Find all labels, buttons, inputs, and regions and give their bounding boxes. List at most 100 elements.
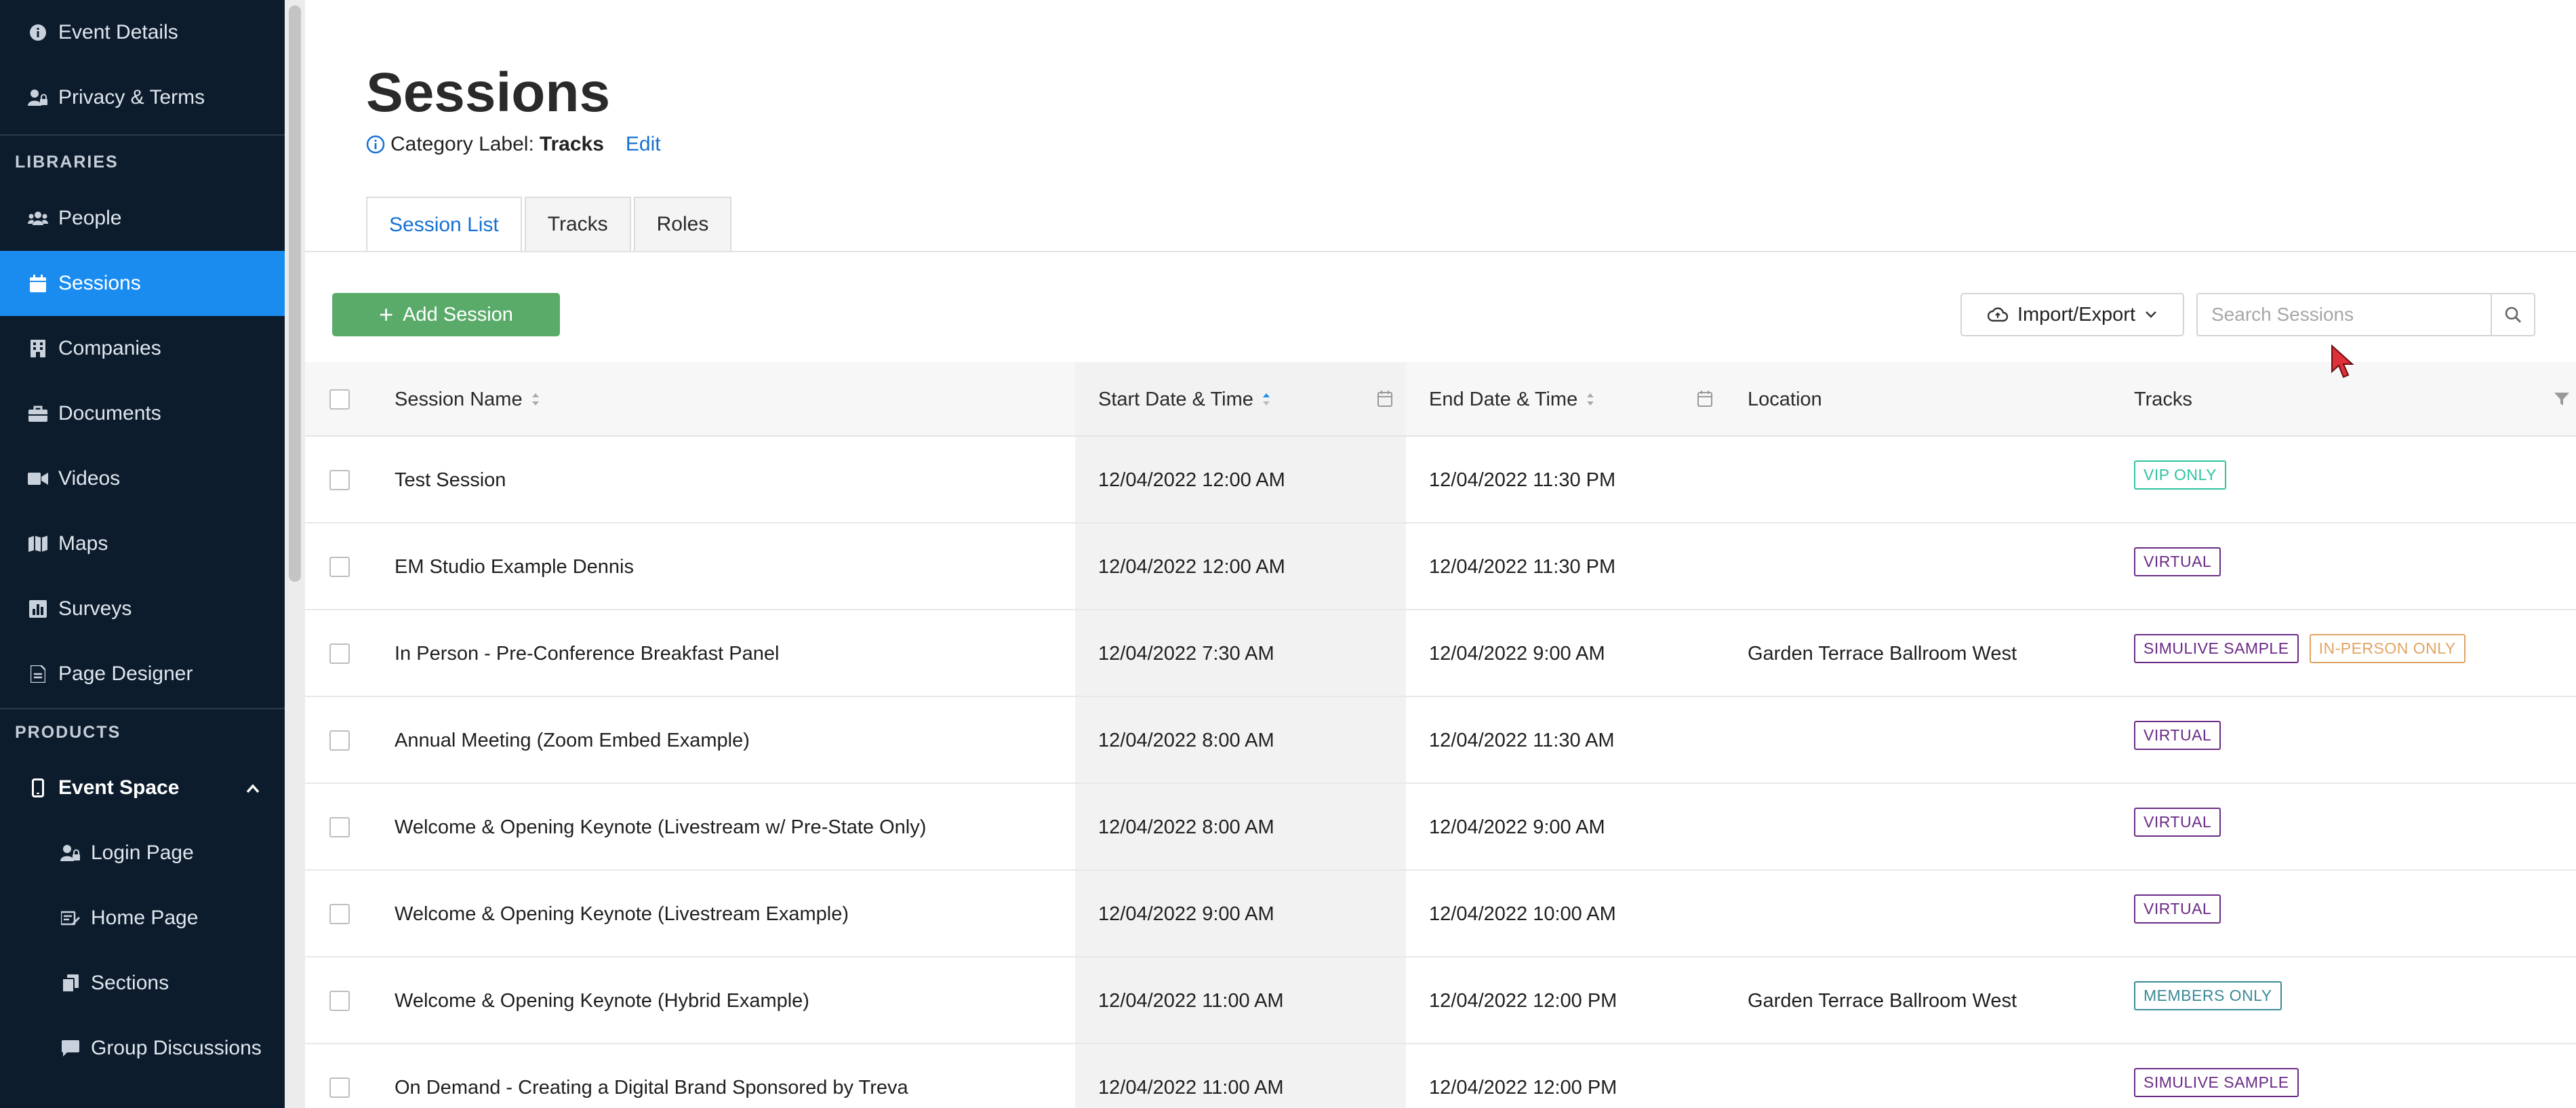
- add-session-button[interactable]: + Add Session: [332, 293, 560, 336]
- start-date-cell: 12/04/2022 12:00 AM: [1098, 555, 1285, 578]
- start-date-cell: 12/04/2022 11:00 AM: [1098, 989, 1284, 1012]
- import-export-button[interactable]: Import/Export: [1960, 293, 2184, 336]
- mouse-cursor: [2331, 344, 2354, 378]
- sidebar-item-privacy-terms[interactable]: Privacy & Terms: [0, 65, 285, 130]
- track-tag: VIRTUAL: [2134, 894, 2221, 924]
- start-date-cell: 12/04/2022 11:00 AM: [1098, 1076, 1284, 1099]
- sidebar-item-sessions[interactable]: Sessions: [0, 251, 285, 316]
- session-name-cell[interactable]: Test Session: [395, 437, 506, 523]
- sidebar-item-label: Sessions: [58, 272, 141, 294]
- table-row[interactable]: In Person - Pre-Conference Breakfast Pan…: [305, 610, 2576, 697]
- info-circle-icon: [24, 24, 52, 41]
- tracks-cell: VIRTUAL: [2134, 518, 2232, 605]
- search-sessions: [2196, 293, 2535, 336]
- sidebar-item-label: Surveys: [58, 597, 132, 620]
- row-checkbox[interactable]: [329, 904, 350, 924]
- select-all-checkbox[interactable]: [329, 389, 350, 410]
- sidebar-item-label: Maps: [58, 532, 108, 555]
- track-tag: VIRTUAL: [2134, 720, 2221, 750]
- location-cell: Garden Terrace Ballroom West: [1748, 642, 2017, 665]
- tab-bar-divider: [305, 251, 2576, 252]
- sidebar-scrollbar-thumb[interactable]: [289, 5, 301, 582]
- column-header-session-name[interactable]: Session Name: [395, 362, 540, 437]
- tab-session-list[interactable]: Session List: [366, 197, 522, 252]
- start-date-cell: 12/04/2022 8:00 AM: [1098, 729, 1274, 751]
- sidebar-item-login-page[interactable]: Login Page: [0, 820, 285, 886]
- chevron-up-icon[interactable]: [245, 774, 260, 807]
- row-checkbox[interactable]: [329, 557, 350, 577]
- date-filter-icon[interactable]: [1697, 391, 1712, 410]
- table-row[interactable]: Annual Meeting (Zoom Embed Example) 12/04…: [305, 697, 2576, 784]
- category-label-prefix: Category Label:: [390, 133, 534, 155]
- session-name-cell[interactable]: Welcome & Opening Keynote (Livestream Ex…: [395, 871, 849, 957]
- date-filter-icon[interactable]: [1377, 391, 1392, 410]
- column-header-location: Location: [1748, 362, 1822, 437]
- sidebar-item-documents[interactable]: Documents: [0, 381, 285, 446]
- sidebar-item-label: Page Designer: [58, 662, 193, 685]
- row-checkbox[interactable]: [329, 991, 350, 1011]
- table-row[interactable]: Welcome & Opening Keynote (Hybrid Exampl…: [305, 957, 2576, 1044]
- sidebar-item-label: Event Space: [58, 776, 180, 799]
- search-input[interactable]: [2198, 294, 2491, 335]
- tracks-cell: MEMBERS ONLY: [2134, 952, 2293, 1039]
- session-name-cell[interactable]: Annual Meeting (Zoom Embed Example): [395, 697, 750, 784]
- sidebar-item-videos[interactable]: Videos: [0, 446, 285, 511]
- row-checkbox[interactable]: [329, 817, 350, 837]
- sidebar-item-companies[interactable]: Companies: [0, 316, 285, 381]
- column-header-end-date[interactable]: End Date & Time: [1429, 362, 1595, 437]
- end-date-cell: 12/04/2022 9:00 AM: [1429, 642, 1605, 665]
- end-date-cell: 12/04/2022 12:00 PM: [1429, 1076, 1617, 1099]
- search-button[interactable]: [2491, 294, 2534, 335]
- edit-category-link[interactable]: Edit: [626, 133, 661, 156]
- people-icon: [24, 210, 52, 226]
- column-header-start-date[interactable]: Start Date & Time: [1098, 362, 1271, 437]
- table-row[interactable]: EM Studio Example Dennis 12/04/2022 12:00…: [305, 523, 2576, 610]
- row-checkbox[interactable]: [329, 1077, 350, 1098]
- category-label-row: Category Label: Tracks Edit: [366, 133, 661, 156]
- table-row[interactable]: On Demand - Creating a Digital Brand Spo…: [305, 1044, 2576, 1108]
- copy-icon: [57, 974, 84, 992]
- session-name-cell[interactable]: In Person - Pre-Conference Breakfast Pan…: [395, 610, 779, 697]
- sidebar-item-label: Group Discussions: [91, 1037, 262, 1059]
- sidebar-item-home-page[interactable]: Home Page: [0, 886, 285, 951]
- tab-bar: Session List Tracks Roles: [366, 197, 734, 252]
- tab-tracks[interactable]: Tracks: [524, 197, 631, 251]
- user-lock-icon: [57, 844, 84, 862]
- row-checkbox[interactable]: [329, 470, 350, 490]
- session-name-cell[interactable]: Welcome & Opening Keynote (Livestream w/…: [395, 784, 926, 871]
- sidebar-item-page-designer[interactable]: Page Designer: [0, 641, 285, 707]
- table-row[interactable]: Welcome & Opening Keynote (Livestream Ex…: [305, 871, 2576, 957]
- tracks-cell: VIRTUAL: [2134, 778, 2232, 865]
- sidebar-item-maps[interactable]: Maps: [0, 511, 285, 576]
- filter-icon[interactable]: [2554, 392, 2569, 410]
- sidebar-divider: [0, 708, 285, 709]
- start-date-cell: 12/04/2022 12:00 AM: [1098, 469, 1285, 491]
- end-date-cell: 12/04/2022 11:30 PM: [1429, 469, 1616, 491]
- tracks-cell: VIRTUAL: [2134, 865, 2232, 952]
- tab-roles[interactable]: Roles: [633, 197, 732, 251]
- sidebar-item-group-discussions[interactable]: Group Discussions: [0, 1016, 285, 1081]
- table-row[interactable]: Test Session 12/04/2022 12:00 AM 12/04/202…: [305, 437, 2576, 523]
- sidebar-item-surveys[interactable]: Surveys: [0, 576, 285, 641]
- sidebar-item-event-details[interactable]: Event Details: [0, 0, 285, 65]
- sidebar-item-sections[interactable]: Sections: [0, 951, 285, 1016]
- sidebar-scrollbar[interactable]: [285, 0, 305, 1108]
- sidebar-item-label: People: [58, 207, 122, 229]
- info-circle-icon: [366, 135, 385, 154]
- sidebar-item-label: Login Page: [91, 842, 194, 864]
- end-date-cell: 12/04/2022 11:30 AM: [1429, 729, 1615, 751]
- table-row[interactable]: Welcome & Opening Keynote (Livestream w/…: [305, 784, 2576, 871]
- tracks-cell: SIMULIVE SAMPLE IN-PERSON ONLY: [2134, 605, 2476, 692]
- session-name-cell[interactable]: Welcome & Opening Keynote (Hybrid Exampl…: [395, 957, 809, 1044]
- sidebar-item-people[interactable]: People: [0, 186, 285, 251]
- home-icon: [57, 910, 84, 926]
- row-checkbox[interactable]: [329, 730, 350, 751]
- row-checkbox[interactable]: [329, 644, 350, 664]
- end-date-cell: 12/04/2022 12:00 PM: [1429, 989, 1617, 1012]
- session-name-cell[interactable]: On Demand - Creating a Digital Brand Spo…: [395, 1044, 908, 1108]
- main-content: Sessions Category Label: Tracks Edit Ses…: [305, 0, 2576, 1108]
- column-label: Location: [1748, 388, 1822, 410]
- session-name-cell[interactable]: EM Studio Example Dennis: [395, 523, 634, 610]
- cloud-icon: [1987, 307, 2008, 322]
- sidebar-item-event-space[interactable]: Event Space: [0, 755, 285, 820]
